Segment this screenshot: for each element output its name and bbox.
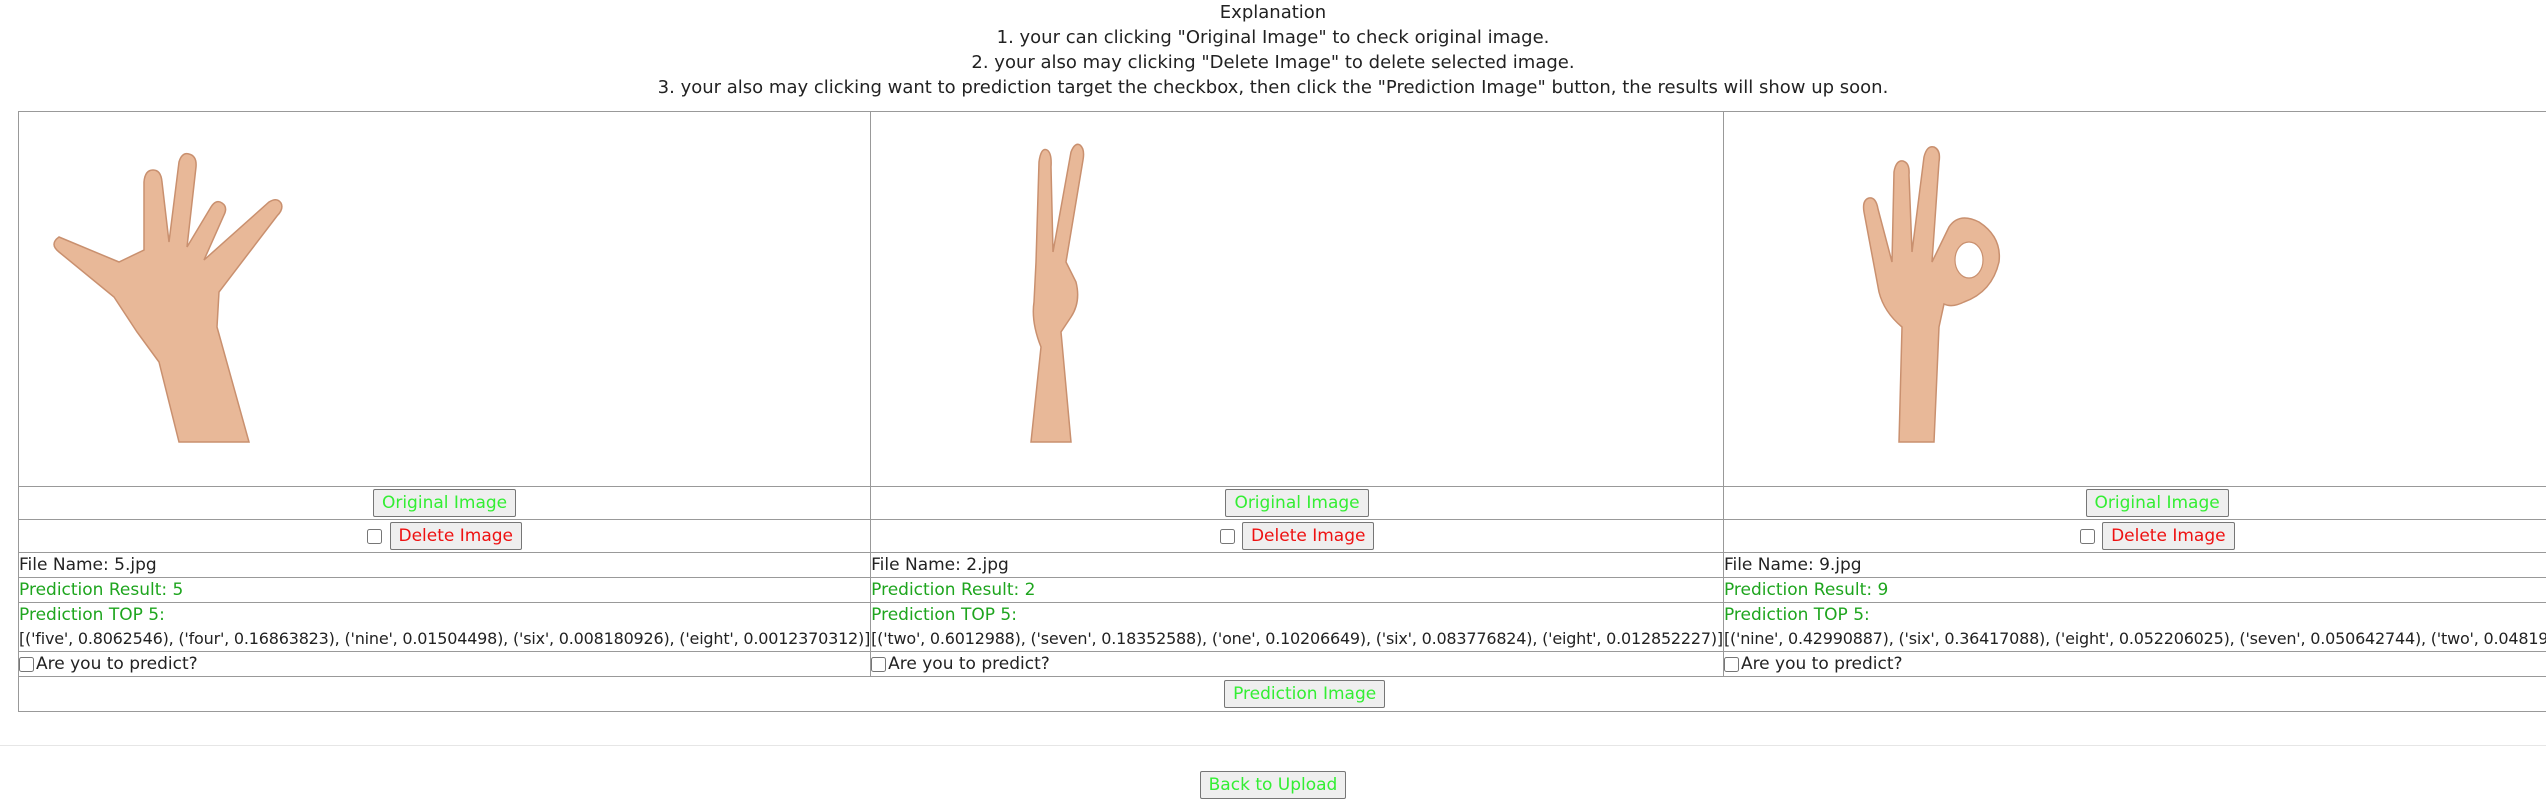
image-cell-2 — [870, 111, 1724, 487]
prediction-result-1: Prediction Result: 5 — [17, 577, 872, 603]
image-results-table: Original Image Original Image Original I… — [17, 111, 2546, 712]
file-name-3: File Name: 9.jpg — [1722, 552, 2546, 578]
back-to-upload-button[interactable]: Back to Upload — [1199, 771, 1347, 799]
explanation-line-2: 2. your also may clicking "Delete Image"… — [971, 52, 1575, 73]
top5-label-2: Prediction TOP 5: — [871, 605, 1017, 625]
original-image-button-3[interactable]: Original Image — [2085, 489, 2229, 517]
hand-two-fingers-icon — [1030, 143, 1085, 443]
delete-select-checkbox-3[interactable] — [2079, 528, 2095, 544]
image-cell-3 — [1722, 111, 2546, 487]
top5-values-3: [('nine', 0.42990887), ('six', 0.3641708… — [1723, 629, 2546, 648]
explanation-title: Explanation — [1219, 2, 1327, 23]
divider — [0, 745, 2546, 746]
image-cell-1 — [17, 111, 872, 487]
file-name-row: File Name: 5.jpg File Name: 2.jpg File N… — [17, 552, 2546, 578]
original-image-button-1[interactable]: Original Image — [372, 489, 517, 517]
prediction-result-3: Prediction Result: 9 — [1722, 577, 2546, 603]
original-button-row: Original Image Original Image Original I… — [17, 486, 2546, 520]
prediction-top5-row: Prediction TOP 5: [('five', 0.8062546), … — [17, 602, 2546, 652]
predict-checkbox-3[interactable] — [1724, 656, 1739, 672]
predict-checkbox-row: Are you to predict? Are you to predict? … — [17, 651, 2546, 677]
predict-checkbox-label-2: Are you to predict? — [888, 654, 1050, 674]
prediction-result-row: Prediction Result: 5 Prediction Result: … — [17, 577, 2546, 603]
delete-select-checkbox-1[interactable] — [367, 528, 383, 544]
open-hand-five-icon — [53, 152, 283, 443]
prediction-result-2: Prediction Result: 2 — [870, 577, 1724, 603]
file-name-2: File Name: 2.jpg — [870, 552, 1724, 578]
hand-ok-nine-icon — [1862, 145, 2001, 443]
top5-label-1: Prediction TOP 5: — [19, 605, 165, 625]
explanation-block: Explanation 1. your can clicking "Origin… — [0, 0, 2546, 100]
top5-values-1: [('five', 0.8062546), ('four', 0.1686382… — [19, 629, 871, 648]
predict-checkbox-2[interactable] — [871, 656, 887, 672]
delete-image-button-3[interactable]: Delete Image — [2102, 522, 2235, 550]
original-image-button-2[interactable]: Original Image — [1225, 489, 1369, 517]
prediction-button-row: Prediction Image — [17, 676, 2546, 712]
top5-label-3: Prediction TOP 5: — [1723, 605, 1870, 625]
delete-image-button-1[interactable]: Delete Image — [389, 522, 523, 550]
predict-checkbox-1[interactable] — [19, 656, 34, 672]
top5-values-2: [('two', 0.6012988), ('seven', 0.1835258… — [871, 629, 1723, 648]
file-name-1: File Name: 5.jpg — [17, 552, 872, 578]
predict-checkbox-label-1: Are you to predict? — [36, 654, 198, 674]
image-row — [17, 111, 2546, 487]
explanation-line-1: 1. your can clicking "Original Image" to… — [996, 27, 1550, 48]
explanation-line-3: 3. your also may clicking want to predic… — [657, 77, 1889, 98]
delete-button-row: Delete Image Delete Image Delete Image — [17, 519, 2546, 553]
prediction-image-button[interactable]: Prediction Image — [1224, 680, 1386, 708]
predict-checkbox-label-3: Are you to predict? — [1740, 654, 1903, 674]
delete-select-checkbox-2[interactable] — [1219, 528, 1235, 544]
delete-image-button-2[interactable]: Delete Image — [1241, 522, 1375, 550]
